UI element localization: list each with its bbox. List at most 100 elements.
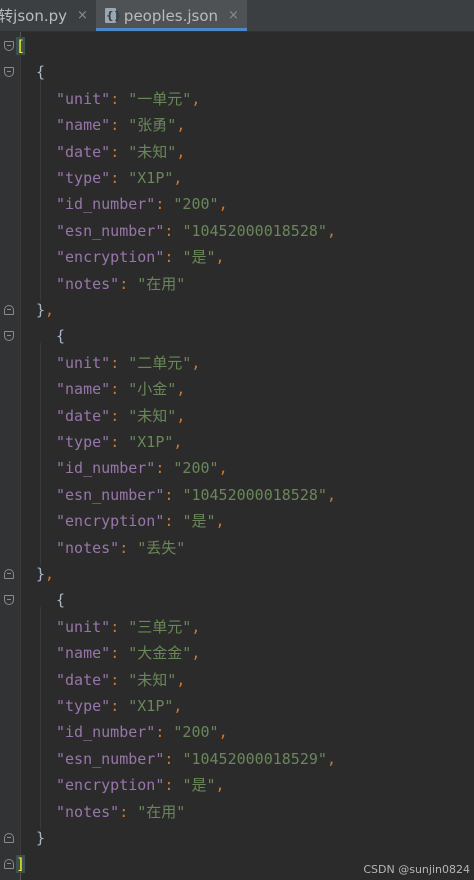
fold-end-icon[interactable]: [4, 859, 14, 870]
comma: ,: [191, 617, 201, 636]
colon: :: [155, 195, 174, 214]
json-value: "是": [182, 248, 216, 267]
fold-end-icon[interactable]: [4, 569, 14, 579]
comma: ,: [45, 301, 55, 319]
colon: :: [110, 697, 129, 715]
comma: ,: [218, 459, 228, 478]
colon: :: [164, 776, 183, 795]
json-key: "date": [56, 406, 111, 425]
watermark: CSDN @sunjin0824: [363, 863, 470, 876]
json-value: "三单元": [128, 617, 192, 636]
tab-label: peoples.json: [123, 6, 219, 25]
object-open-line: {: [56, 587, 65, 613]
fold-collapse-icon[interactable]: [4, 41, 14, 51]
bracket-highlight: ]: [16, 855, 26, 874]
close-icon[interactable]: ×: [77, 8, 88, 23]
property-line: "encryption": "是",: [56, 772, 225, 798]
json-value: "是": [182, 512, 216, 531]
colon: :: [110, 617, 129, 636]
json-key: "notes": [56, 274, 120, 293]
json-value: "是": [182, 776, 216, 795]
json-key: "encryption": [56, 776, 165, 795]
json-value: "未知": [128, 406, 177, 425]
colon: :: [164, 749, 183, 768]
colon: :: [110, 89, 129, 108]
json-value: "10452000018529": [182, 749, 327, 768]
comma: ,: [191, 89, 201, 108]
fold-end-icon[interactable]: [4, 305, 14, 315]
comma: ,: [218, 723, 228, 742]
property-line: "esn_number": "10452000018528",: [56, 218, 336, 244]
comma: ,: [173, 433, 183, 451]
comma: ,: [176, 670, 186, 689]
json-value: "X1P": [128, 697, 174, 715]
brace: {: [56, 327, 66, 346]
editor-tab-bar: l转json.py × {} peoples.json ×: [0, 0, 474, 32]
property-line: "date": "未知",: [56, 667, 185, 693]
colon: :: [110, 433, 129, 451]
comma: ,: [218, 195, 228, 214]
property-line: "unit": "一单元",: [56, 86, 200, 112]
json-key: "name": [56, 116, 111, 135]
json-key: "name": [56, 380, 111, 399]
comma: ,: [215, 248, 225, 267]
tab-converter-py[interactable]: l转json.py ×: [0, 0, 96, 31]
json-value: "丢失": [137, 538, 186, 557]
json-key: "notes": [56, 802, 120, 821]
property-line: "esn_number": "10452000018528",: [56, 482, 336, 508]
json-value: "未知": [128, 142, 177, 161]
colon: :: [119, 274, 138, 293]
json-value: "未知": [128, 670, 177, 689]
colon: :: [119, 802, 138, 821]
comma: ,: [176, 116, 186, 135]
property-line: "id_number": "200",: [56, 719, 228, 745]
brace: {: [56, 591, 66, 610]
comma: ,: [215, 776, 225, 795]
close-icon[interactable]: ×: [228, 8, 239, 23]
brace: }: [36, 301, 46, 319]
json-value: "一单元": [128, 89, 192, 108]
comma: ,: [176, 142, 186, 161]
json-key: "id_number": [56, 723, 156, 742]
json-value: "在用": [137, 802, 186, 821]
object-close-line: },: [36, 561, 54, 587]
code-editor[interactable]: [{"unit": "一单元", "name": "张勇", "date": "未知…: [0, 32, 474, 880]
colon: :: [110, 406, 129, 425]
colon: :: [164, 248, 183, 267]
json-value: "在用": [137, 274, 186, 293]
comma: ,: [173, 169, 183, 187]
json-value: "200": [173, 195, 219, 214]
tab-label: l转json.py: [0, 7, 68, 25]
comma: ,: [173, 697, 183, 715]
fold-end-icon[interactable]: [4, 833, 14, 843]
brace: }: [36, 565, 46, 583]
property-line: "notes": "在用": [56, 799, 185, 825]
colon: :: [110, 116, 129, 135]
property-line: "encryption": "是",: [56, 508, 225, 534]
colon: :: [110, 353, 129, 372]
colon: :: [155, 723, 174, 742]
colon: :: [164, 512, 183, 531]
property-line: "esn_number": "10452000018529",: [56, 746, 336, 772]
comma: ,: [326, 749, 336, 768]
json-key: "notes": [56, 538, 120, 557]
comma: ,: [176, 380, 186, 399]
comma: ,: [215, 512, 225, 531]
json-value: "大金金": [128, 644, 192, 663]
property-line: "name": "张勇",: [56, 112, 185, 138]
property-line: "id_number": "200",: [56, 191, 228, 217]
json-value: "X1P": [128, 169, 174, 187]
json-key: "type": [56, 697, 111, 715]
property-line: "type": "X1P",: [56, 693, 182, 719]
property-line: "unit": "三单元",: [56, 614, 200, 640]
comma: ,: [191, 644, 201, 663]
json-key: "name": [56, 644, 111, 663]
tab-peoples-json[interactable]: {} peoples.json ×: [95, 0, 247, 31]
object-open-line: {: [56, 323, 65, 349]
json-key: "id_number": [56, 459, 156, 478]
json-key: "encryption": [56, 248, 165, 267]
property-line: "notes": "丢失": [56, 535, 185, 561]
colon: :: [110, 670, 129, 689]
json-value: "张勇": [128, 116, 177, 135]
property-line: "encryption": "是",: [56, 244, 225, 270]
